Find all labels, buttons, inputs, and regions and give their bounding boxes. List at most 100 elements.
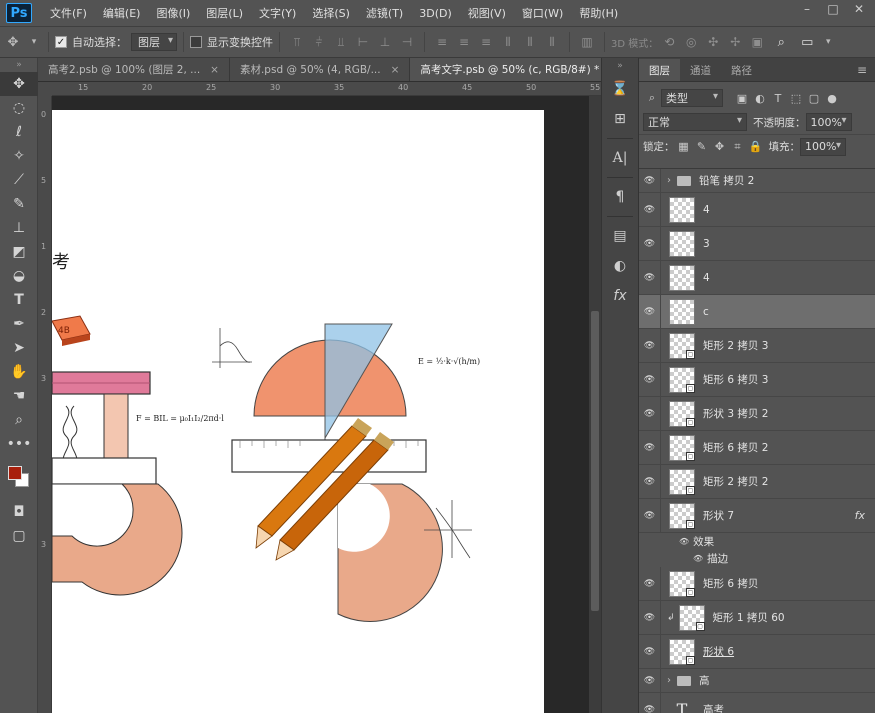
more-tools-icon[interactable]: ••• — [0, 432, 38, 456]
filter-smart-object-icon[interactable]: ▢ — [807, 91, 821, 105]
align-right-icon[interactable]: ⊣ — [399, 34, 415, 50]
layer-row[interactable]: 👁 ▢ 矩形 2 拷贝 3 — [639, 329, 875, 363]
layer-row[interactable]: 👁 ▢ 矩形 6 拷贝 — [639, 567, 875, 601]
layer-row[interactable]: 👁 ▢ 形状 3 拷贝 2 — [639, 397, 875, 431]
visibility-eye-icon[interactable]: 👁 — [639, 227, 661, 260]
quick-mask-icon[interactable]: ◘ — [0, 500, 38, 524]
hand-tool-icon[interactable]: ☚ — [0, 384, 38, 408]
layer-row[interactable]: 👁👁描边 — [639, 550, 875, 567]
menu-3d[interactable]: 3D(D) — [411, 7, 460, 20]
eyedropper-tool-icon[interactable]: ⟋ — [0, 168, 38, 192]
filter-pixel-icon[interactable]: ▣ — [735, 91, 749, 105]
distribute-left-icon[interactable]: ⦀ — [500, 34, 516, 50]
distribute-hcenter-icon[interactable]: ⦀ — [522, 34, 538, 50]
tab-paths[interactable]: 路径 — [721, 59, 762, 81]
scrollbar-thumb[interactable] — [591, 311, 599, 611]
zoom-tool-icon[interactable]: ⌕ — [0, 408, 38, 432]
effect-eye-icon[interactable]: 👁 — [693, 554, 703, 563]
visibility-eye-icon[interactable]: 👁 — [639, 261, 661, 294]
workspace-icon[interactable]: ▭ — [798, 33, 816, 51]
distribute-right-icon[interactable]: ⦀ — [544, 34, 560, 50]
align-vcenter-icon[interactable]: ⫩ — [311, 34, 327, 50]
eraser-tool-icon[interactable]: ◩ — [0, 240, 38, 264]
ruler-horizontal[interactable]: 15 20 25 30 35 40 45 50 55 — [52, 82, 601, 96]
layer-row[interactable]: 👁 ↲ ▢ 矩形 1 拷贝 60 — [639, 601, 875, 635]
layer-row[interactable]: 👁 4 — [639, 261, 875, 295]
styles-icon[interactable]: fx — [602, 281, 638, 311]
align-hcenter-icon[interactable]: ⊥ — [377, 34, 393, 50]
layer-row[interactable]: 👁 ▢ 形状 6 — [639, 635, 875, 669]
filter-shape-icon[interactable]: ⬚ — [789, 91, 803, 105]
tab-layers[interactable]: 图层 — [639, 59, 680, 81]
shape-tool-icon[interactable]: ✋ — [0, 360, 38, 384]
move-tool-icon[interactable]: ✥ — [4, 33, 22, 51]
visibility-eye-icon[interactable]: 👁 — [639, 567, 661, 600]
menu-image[interactable]: 图像(I) — [148, 5, 198, 21]
menu-select[interactable]: 选择(S) — [304, 5, 358, 21]
type-tool-icon[interactable]: T — [0, 288, 38, 312]
foreground-color[interactable] — [8, 466, 22, 480]
tab-document-2[interactable]: 素材.psd @ 50% (4, RGB/... × — [229, 58, 411, 81]
filter-adjustment-icon[interactable]: ◐ — [753, 91, 767, 105]
3d-slide-icon[interactable]: ✢ — [727, 34, 743, 50]
history-icon[interactable]: ⌛ — [602, 74, 638, 104]
paint-bucket-tool-icon[interactable]: ◒ — [0, 264, 38, 288]
menu-help[interactable]: 帮助(H) — [571, 5, 626, 21]
visibility-eye-icon[interactable]: 👁 — [639, 499, 661, 532]
chevron-right-icon[interactable]: › — [667, 175, 671, 186]
color-swatches[interactable] — [0, 456, 38, 500]
layer-effects-icon[interactable]: fx — [855, 509, 865, 522]
collapse-icon[interactable]: » — [602, 58, 638, 74]
visibility-eye-icon[interactable]: 👁 — [639, 193, 661, 226]
layer-row[interactable]: 👁 ▢ 矩形 6 拷贝 2 — [639, 431, 875, 465]
lock-all-icon[interactable]: 🔒 — [749, 140, 763, 154]
visibility-eye-icon[interactable]: 👁 — [639, 669, 661, 692]
visibility-eye-icon[interactable]: 👁 — [639, 601, 661, 634]
visibility-eye-icon[interactable]: 👁 — [639, 295, 661, 328]
layer-row[interactable]: 👁 › 铅笔 拷贝 2 — [639, 169, 875, 193]
opacity-input[interactable]: 100% — [805, 113, 852, 131]
chevron-right-icon[interactable]: › — [667, 675, 671, 686]
distribute-vcenter-icon[interactable]: ≡ — [456, 34, 472, 50]
collapse-icon[interactable]: » — [0, 58, 38, 72]
path-selection-tool-icon[interactable]: ➤ — [0, 336, 38, 360]
lock-artboard-icon[interactable]: ⌗ — [731, 140, 745, 154]
chevron-down-icon[interactable]: ▾ — [824, 33, 832, 51]
pen-tool-icon[interactable]: ✒ — [0, 312, 38, 336]
filter-kind-dropdown[interactable]: 类型 — [661, 89, 723, 107]
tab-channels[interactable]: 通道 — [680, 59, 721, 81]
libraries-icon[interactable]: ▤ — [602, 221, 638, 251]
auto-align-icon[interactable]: ▥ — [579, 34, 595, 50]
filter-toggle-icon[interactable]: ● — [825, 91, 839, 105]
close-icon[interactable]: ✕ — [853, 3, 865, 15]
distribute-bottom-icon[interactable]: ≡ — [478, 34, 494, 50]
lock-pixels-icon[interactable]: ✎ — [695, 140, 709, 154]
search-icon[interactable]: ⌕ — [772, 33, 790, 51]
visibility-eye-icon[interactable]: 👁 — [639, 431, 661, 464]
brush-tool-icon[interactable]: ✎ — [0, 192, 38, 216]
visibility-eye-icon[interactable]: 👁 — [639, 635, 661, 668]
move-tool-icon[interactable]: ✥ — [0, 72, 38, 96]
visibility-eye-icon[interactable]: 👁 — [639, 363, 661, 396]
character-icon[interactable]: A| — [602, 143, 638, 173]
magic-wand-tool-icon[interactable]: ✧ — [0, 144, 38, 168]
filter-type-icon[interactable]: T — [771, 91, 785, 105]
lasso-tool-icon[interactable]: ℓ — [0, 120, 38, 144]
layer-row[interactable]: 👁 c — [639, 295, 875, 329]
vertical-scrollbar[interactable] — [589, 96, 601, 713]
auto-select-dropdown[interactable]: 图层 — [131, 33, 177, 51]
close-icon[interactable]: × — [391, 64, 400, 76]
stamp-tool-icon[interactable]: ⊥ — [0, 216, 38, 240]
menu-type[interactable]: 文字(Y) — [251, 5, 304, 21]
lock-transparency-icon[interactable]: ▦ — [677, 140, 691, 154]
menu-view[interactable]: 视图(V) — [460, 5, 514, 21]
align-left-icon[interactable]: ⊢ — [355, 34, 371, 50]
tab-document-1[interactable]: 高考2.psb @ 100% (图层 2, ... × — [38, 58, 230, 81]
align-top-icon[interactable]: ⫪ — [289, 34, 305, 50]
paragraph-icon[interactable]: ¶ — [602, 182, 638, 212]
fill-input[interactable]: 100% — [800, 137, 846, 156]
menu-layer[interactable]: 图层(L) — [198, 5, 251, 21]
visibility-eye-icon[interactable]: 👁 — [639, 693, 661, 713]
layer-row[interactable]: 👁👁效果 — [639, 533, 875, 550]
3d-scale-icon[interactable]: ▣ — [749, 34, 765, 50]
